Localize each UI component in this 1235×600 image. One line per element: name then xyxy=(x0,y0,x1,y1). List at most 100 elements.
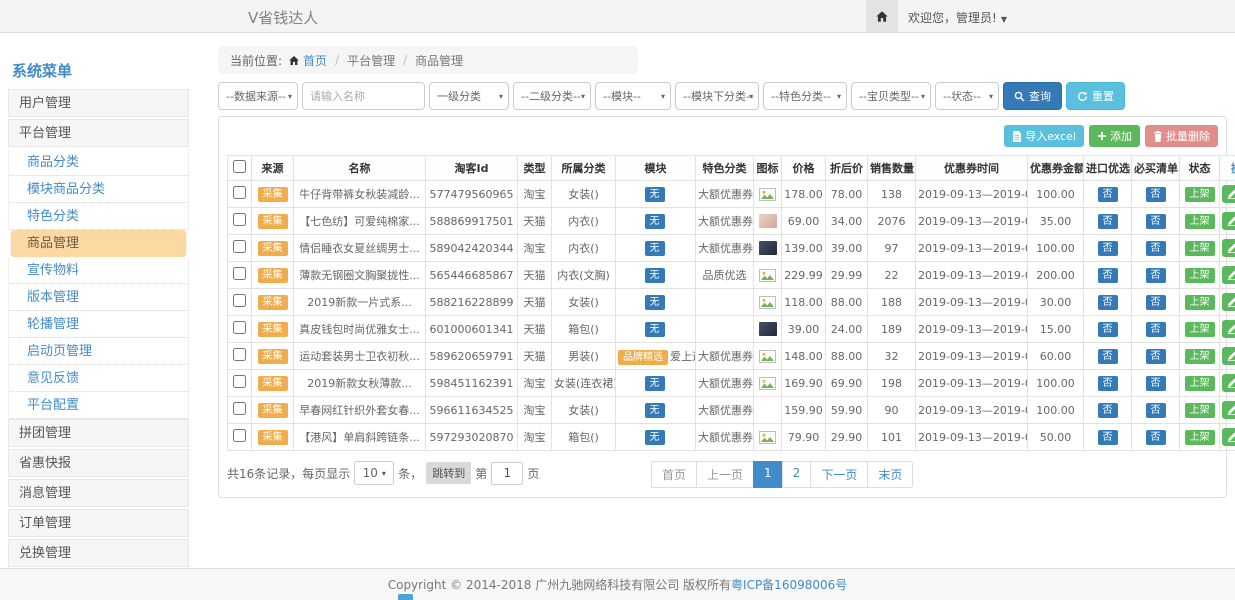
imported-badge[interactable]: 否 xyxy=(1098,322,1118,337)
sidebar-item[interactable]: 轮播管理 xyxy=(8,311,189,338)
row-checkbox[interactable] xyxy=(233,267,246,280)
imported-badge[interactable]: 否 xyxy=(1098,214,1118,229)
search-button[interactable]: 查询 xyxy=(1003,82,1062,110)
jump-page-input[interactable] xyxy=(491,462,523,485)
plus-icon xyxy=(1097,131,1107,141)
user-menu[interactable]: 欢迎您，管理员!▼ xyxy=(908,9,1007,26)
status-badge[interactable]: 上架 xyxy=(1185,403,1215,418)
jump-button[interactable]: 跳转到 xyxy=(426,462,471,484)
sidebar-item[interactable]: 省惠快报 xyxy=(8,449,189,477)
page-button[interactable]: 下一页 xyxy=(810,461,868,488)
icp-link[interactable]: 粤ICP备16098006号 xyxy=(731,576,847,593)
special-category-select[interactable]: --特色分类--▾ xyxy=(763,82,847,110)
edit-button[interactable] xyxy=(1222,185,1235,203)
sidebar-item[interactable]: 拼团管理 xyxy=(8,419,189,447)
imported-badge[interactable]: 否 xyxy=(1098,403,1118,418)
home-button[interactable] xyxy=(866,0,898,32)
sales-count: 188 xyxy=(868,289,916,316)
row-checkbox[interactable] xyxy=(233,402,246,415)
sidebar-item[interactable]: 启动页管理 xyxy=(8,338,189,365)
name-search-input[interactable] xyxy=(302,82,425,110)
status-badge[interactable]: 上架 xyxy=(1185,349,1215,364)
module-sub-select[interactable]: --模块下分类--▾ xyxy=(675,82,759,110)
add-button[interactable]: 添加 xyxy=(1089,125,1140,147)
edit-button[interactable] xyxy=(1222,239,1235,257)
imported-badge[interactable]: 否 xyxy=(1098,349,1118,364)
footer: Copyright © 2014-2018 广州九驰网络科技有限公司 版权所有粤… xyxy=(0,568,1235,600)
status-badge[interactable]: 上架 xyxy=(1185,430,1215,445)
sidebar-item[interactable]: 意见反馈 xyxy=(8,365,189,392)
sidebar-item[interactable]: 用户管理 xyxy=(8,89,189,117)
page-button[interactable]: 2 xyxy=(782,461,812,488)
row-checkbox[interactable] xyxy=(233,240,246,253)
data-source-select[interactable]: --数据来源--▾ xyxy=(218,82,298,110)
sidebar-item[interactable]: 宣传物料 xyxy=(8,257,189,284)
status-badge[interactable]: 上架 xyxy=(1185,187,1215,202)
must-buy-badge[interactable]: 否 xyxy=(1146,322,1166,337)
sidebar-item[interactable]: 商品分类 xyxy=(8,149,189,176)
edit-button[interactable] xyxy=(1222,212,1235,230)
page-button[interactable]: 首页 xyxy=(651,461,697,488)
imported-badge[interactable]: 否 xyxy=(1098,295,1118,310)
edit-button[interactable] xyxy=(1222,374,1235,392)
imported-badge[interactable]: 否 xyxy=(1098,241,1118,256)
edit-button[interactable] xyxy=(1222,401,1235,419)
reset-button[interactable]: 重置 xyxy=(1066,82,1125,110)
sidebar-item[interactable]: 平台配置 xyxy=(8,392,189,419)
must-buy-badge[interactable]: 否 xyxy=(1146,349,1166,364)
row-checkbox[interactable] xyxy=(233,294,246,307)
sidebar-item[interactable]: 模块商品分类 xyxy=(8,176,189,203)
must-buy-badge[interactable]: 否 xyxy=(1146,403,1166,418)
per-page-select[interactable]: 10▾ xyxy=(354,461,394,485)
imported-badge[interactable]: 否 xyxy=(1098,376,1118,391)
status-badge[interactable]: 上架 xyxy=(1185,268,1215,283)
category2-select[interactable]: --二级分类--▾ xyxy=(513,82,591,110)
imported-badge[interactable]: 否 xyxy=(1098,268,1118,283)
must-buy-badge[interactable]: 否 xyxy=(1146,241,1166,256)
sidebar-item[interactable]: 特色分类 xyxy=(8,203,189,230)
item-type-select[interactable]: --宝贝类型--▾ xyxy=(851,82,931,110)
status-select[interactable]: --状态--▾ xyxy=(935,82,999,110)
edit-button[interactable] xyxy=(1222,428,1235,446)
edit-button[interactable] xyxy=(1222,293,1235,311)
edit-button[interactable] xyxy=(1222,347,1235,365)
sidebar-item[interactable]: 版本管理 xyxy=(8,284,189,311)
must-buy-badge[interactable]: 否 xyxy=(1146,187,1166,202)
status-badge[interactable]: 上架 xyxy=(1185,295,1215,310)
page-button[interactable]: 上一页 xyxy=(696,461,754,488)
sales-count: 22 xyxy=(868,262,916,289)
status-badge[interactable]: 上架 xyxy=(1185,376,1215,391)
row-checkbox[interactable] xyxy=(233,375,246,388)
must-buy-badge[interactable]: 否 xyxy=(1146,268,1166,283)
page-button[interactable]: 1 xyxy=(753,461,783,488)
sidebar-item[interactable]: 兑换管理 xyxy=(8,539,189,567)
row-checkbox[interactable] xyxy=(233,186,246,199)
breadcrumb-home-link[interactable]: 首页 xyxy=(303,52,327,69)
module-select[interactable]: --模块--▾ xyxy=(595,82,671,110)
status-badge[interactable]: 上架 xyxy=(1185,241,1215,256)
sidebar-item[interactable]: 商品管理 xyxy=(10,230,187,257)
sidebar-item[interactable]: 平台管理 xyxy=(8,119,189,147)
must-buy-badge[interactable]: 否 xyxy=(1146,376,1166,391)
sidebar-item[interactable]: 订单管理 xyxy=(8,509,189,537)
status-badge[interactable]: 上架 xyxy=(1185,322,1215,337)
imported-badge[interactable]: 否 xyxy=(1098,430,1118,445)
edit-button[interactable] xyxy=(1222,320,1235,338)
row-checkbox[interactable] xyxy=(233,321,246,334)
imported-badge[interactable]: 否 xyxy=(1098,187,1118,202)
status-badge[interactable]: 上架 xyxy=(1185,214,1215,229)
sidebar-item[interactable]: 消息管理 xyxy=(8,479,189,507)
batch-delete-button[interactable]: 批量删除 xyxy=(1145,125,1218,147)
select-all-checkbox[interactable] xyxy=(233,160,246,173)
row-checkbox[interactable] xyxy=(233,429,246,442)
row-checkbox[interactable] xyxy=(233,348,246,361)
edit-button[interactable] xyxy=(1222,266,1235,284)
col-taoke-id: 淘客Id xyxy=(426,156,518,181)
category1-select[interactable]: 一级分类▾ xyxy=(429,82,509,110)
must-buy-badge[interactable]: 否 xyxy=(1146,295,1166,310)
page-button[interactable]: 末页 xyxy=(867,461,913,488)
must-buy-badge[interactable]: 否 xyxy=(1146,430,1166,445)
import-excel-button[interactable]: 导入excel xyxy=(1004,125,1084,147)
must-buy-badge[interactable]: 否 xyxy=(1146,214,1166,229)
row-checkbox[interactable] xyxy=(233,213,246,226)
